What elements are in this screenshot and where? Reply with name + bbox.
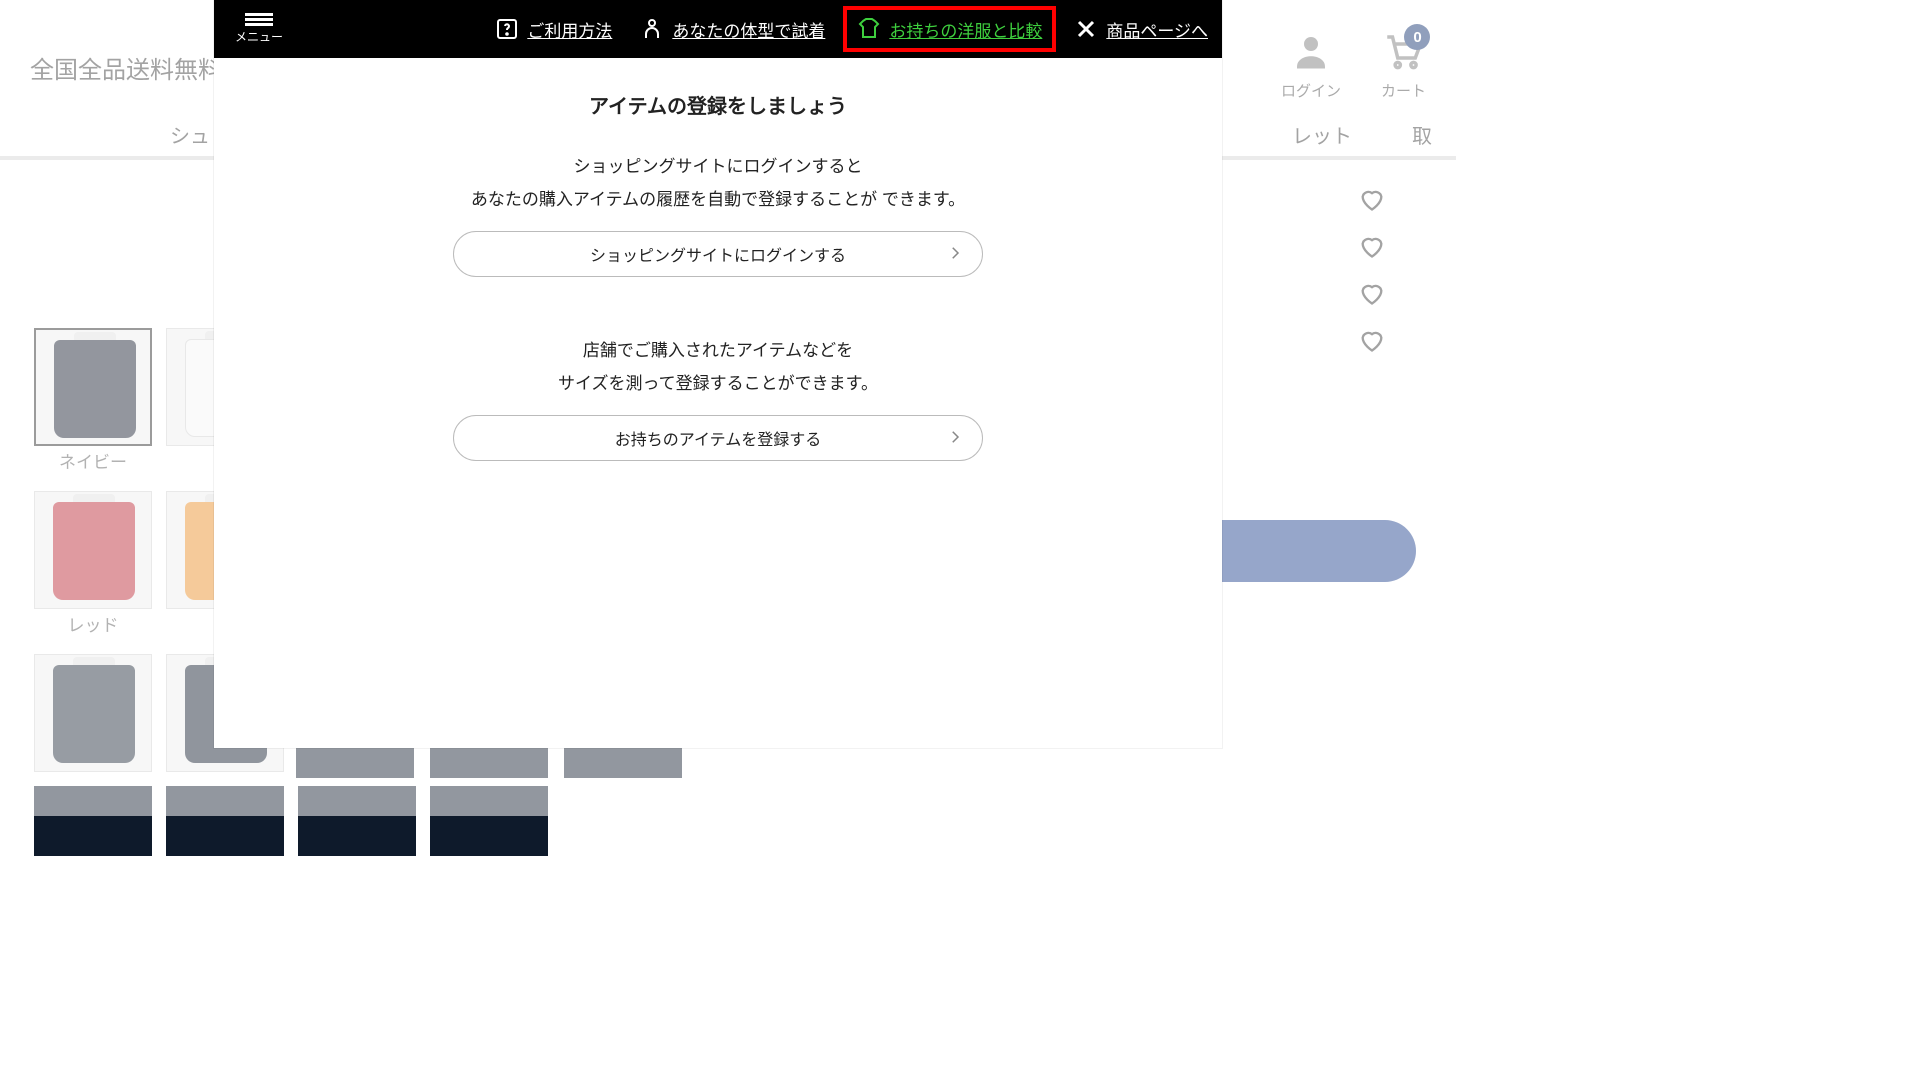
cart-count-badge: 0 (1404, 24, 1430, 50)
login-to-site-button[interactable]: ショッピングサイトにログインする (453, 231, 983, 277)
modal-title: アイテムの登録をしましょう (254, 90, 1182, 119)
person-icon (640, 17, 664, 41)
modal-text: サイズを測って登録することができます。 (254, 370, 1182, 399)
login-label: ログイン (1281, 80, 1341, 101)
favorite-icon[interactable] (1358, 326, 1386, 359)
hamburger-icon (245, 23, 273, 26)
color-swatch-navy[interactable] (34, 328, 152, 446)
register-item-button[interactable]: お持ちのアイテムを登録する (453, 415, 983, 461)
button-label: ショッピングサイトにログインする (590, 242, 846, 266)
swatch-label: レッド (68, 611, 119, 636)
tshirt-icon (857, 17, 881, 41)
favorite-icon[interactable] (1358, 185, 1386, 218)
gallery-thumb[interactable] (430, 786, 548, 856)
bodytype-label: あなたの体型で試着 (672, 17, 825, 42)
howto-tab[interactable]: ご利用方法 (481, 17, 626, 42)
help-icon (495, 17, 519, 41)
login-link[interactable]: ログイン (1281, 30, 1341, 101)
chevron-right-icon (946, 244, 964, 267)
menu-button[interactable]: メニュー (214, 13, 304, 45)
hamburger-icon (245, 18, 273, 21)
back-to-product-button[interactable]: 商品ページへ (1060, 17, 1222, 42)
bodytype-tab[interactable]: あなたの体型で試着 (626, 17, 839, 42)
modal-text: あなたの購入アイテムの履歴を自動で登録することが できます。 (254, 186, 1182, 215)
modal-text: 店舗でご購入されたアイテムなどを (254, 337, 1182, 366)
close-icon (1074, 17, 1098, 41)
button-label: お持ちのアイテムを登録する (615, 426, 821, 450)
compare-label: お持ちの洋服と比較 (889, 17, 1042, 42)
cart-link[interactable]: 0 カート (1381, 30, 1426, 101)
gallery-thumb[interactable] (34, 786, 152, 856)
gallery-thumb[interactable] (298, 786, 416, 856)
back-label: 商品ページへ (1106, 17, 1208, 42)
color-swatch[interactable] (34, 654, 152, 772)
menu-label: メニュー (235, 28, 283, 45)
modal-text: ショッピングサイトにログインすると (254, 153, 1182, 182)
swatch-label: ネイビー (59, 448, 127, 473)
favorite-icon[interactable] (1358, 279, 1386, 312)
howto-label: ご利用方法 (527, 17, 612, 42)
cart-icon (1382, 59, 1424, 76)
nav-item-partial-left[interactable]: シュ (170, 120, 210, 149)
cart-label: カート (1381, 80, 1426, 101)
nav-item-partial-right-2[interactable]: 取 (1412, 120, 1432, 149)
color-swatch-red[interactable] (34, 491, 152, 609)
size-compare-modal: メニュー ご利用方法 あなたの体型で試着 お持ちの洋服と比較 商品ページへ アイ… (214, 0, 1222, 748)
favorite-icon[interactable] (1358, 232, 1386, 265)
compare-tab[interactable]: お持ちの洋服と比較 (843, 6, 1056, 52)
nav-item-partial-right-1[interactable]: レット (1292, 120, 1352, 149)
user-icon (1290, 30, 1332, 76)
free-shipping-text: 全国全品送料無料 (30, 50, 222, 85)
hamburger-icon (245, 13, 273, 16)
gallery-thumb[interactable] (166, 786, 284, 856)
chevron-right-icon (946, 428, 964, 451)
